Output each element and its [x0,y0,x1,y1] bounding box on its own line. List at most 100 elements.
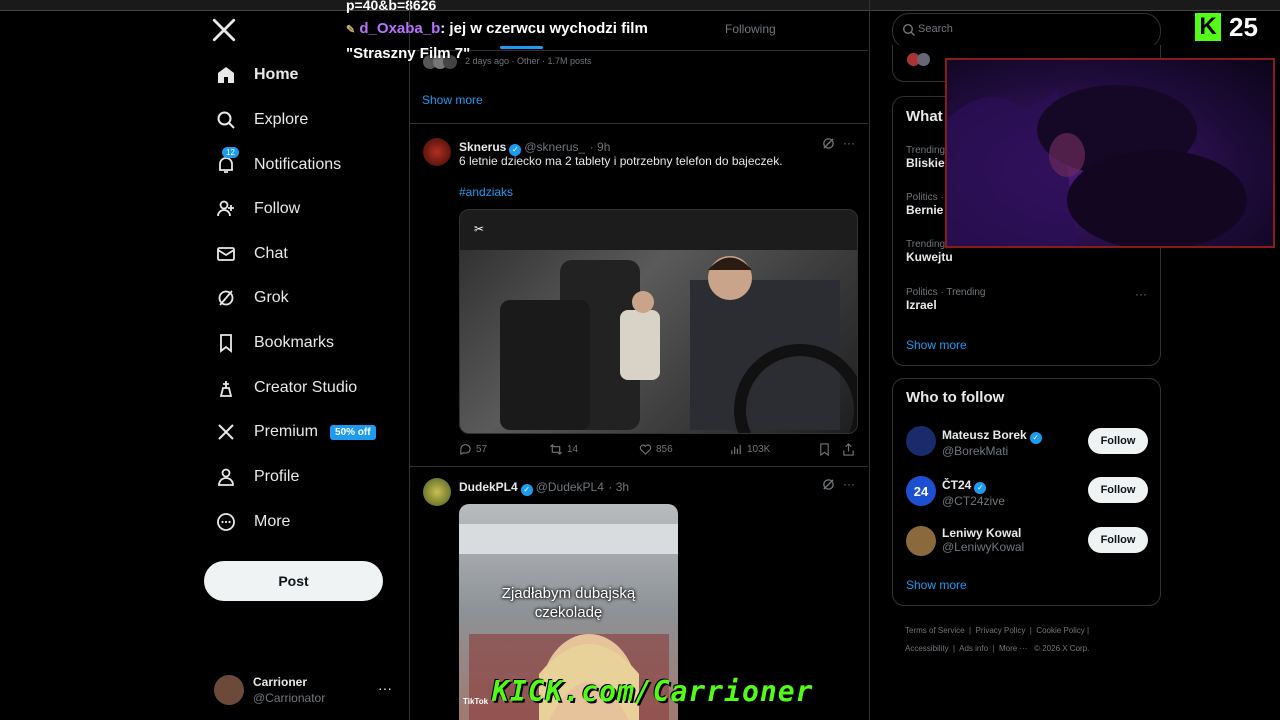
webcam-overlay [945,58,1275,248]
sidebar-item-home[interactable]: Home [204,53,298,97]
sidebar-item-notifications[interactable]: 12 Notifications [204,143,341,187]
grok-analyze-icon[interactable] [822,478,835,496]
tab-for-you-indicator [500,46,543,49]
sidebar-item-more[interactable]: More [204,500,290,544]
chat-badge-icon: ✎ [346,24,356,36]
footer-link-privacy[interactable]: Privacy Policy [976,626,1026,635]
bookmark-icon[interactable] [818,443,831,461]
trend-name: Izrael [906,298,937,312]
chat-username: d_Oxaba_b [359,20,441,37]
trend-category: Trending [906,145,946,156]
avatar[interactable] [906,426,936,456]
stream-url-watermark: KICK.com/Carrioner [492,675,814,708]
tab-divider [409,50,868,51]
suggested-user-name: Leniwy Kowal [942,526,1022,540]
search-input[interactable]: Search [892,13,1161,49]
show-more-link[interactable]: Show more [422,93,483,107]
divider [409,123,868,124]
footer-link-ads[interactable]: Ads info [959,644,988,653]
tab-following[interactable]: Following [725,22,776,36]
reply-button[interactable]: 57 [459,443,487,456]
account-name: Carrioner [253,675,308,689]
reply-count: 57 [476,444,488,455]
panel-title: Who to follow [906,389,1005,406]
share-icon[interactable] [842,443,855,461]
follow-button[interactable]: Follow [1088,527,1148,553]
search-icon [212,106,240,134]
more-dots-icon[interactable]: ··· [378,680,392,696]
account-switcher[interactable]: Carrioner @Carrionator ··· [214,675,404,707]
hashtag-link[interactable]: #andziaks [459,185,513,199]
video-caption: Zjadłabym dubajską czekoladę [459,584,678,622]
tweet-author-handle[interactable]: @sknerus_ [524,140,585,154]
follow-button[interactable]: Follow [1088,428,1148,454]
more-dots-icon[interactable]: ··· [843,477,855,491]
who-to-follow-panel: Who to follow Mateusz Borek ✓ @BorekMati … [892,378,1161,606]
like-button[interactable]: 856 [639,443,673,456]
search-icon [902,23,915,36]
repost-button[interactable]: 14 [549,443,578,456]
tweet-author-name[interactable]: Sknerus [459,140,506,154]
trend-meta: 2 days ago · Other · 1.7M posts [465,56,592,66]
sidebar-item-label: Explore [254,111,309,128]
show-more-link[interactable]: Show more [906,578,967,592]
sidebar-item-label: Follow [254,200,301,217]
avatar [214,675,244,705]
avatar[interactable] [423,138,451,166]
footer-link-cookie[interactable]: Cookie Policy [1036,626,1084,635]
post-button[interactable]: Post [204,561,383,601]
sidebar-item-label: Bookmarks [254,334,335,351]
tweet-time[interactable]: · 9h [590,140,611,154]
trend-item[interactable]: Politics · Trending Izrael [906,287,985,312]
tweet-author-name[interactable]: DudekPL4 [459,480,518,494]
trend-category: Politics · Trending [906,287,986,298]
show-more-link[interactable]: Show more [906,338,967,352]
suggested-user-handle: @LeniwyKowal [942,540,1025,554]
sidebar-item-label: Creator Studio [254,379,358,396]
repost-count: 14 [567,444,579,455]
heart-icon [639,444,652,455]
tweet-author-handle[interactable]: @DudekPL4 [536,480,604,494]
follow-button[interactable]: Follow [1088,477,1148,503]
sidebar-item-chat[interactable]: Chat [204,232,288,276]
tweet-header: DudekPL4 ✓ @DudekPL4 · 3h [459,478,629,496]
sidebar-item-explore[interactable]: Explore [204,98,308,142]
views-button[interactable]: 103K [730,443,770,456]
suggested-user[interactable]: Leniwy Kowal @LeniwyKowal [942,526,1024,554]
suggested-user-handle: @CT24zive [942,494,1005,508]
sidebar-item-follow[interactable]: Follow [204,187,300,231]
sidebar-item-creator-studio[interactable]: Creator Studio [204,366,357,410]
footer-link-terms[interactable]: Terms of Service [905,626,965,635]
trend-item[interactable]: Politics · Bernie [906,192,944,217]
kick-viewer-badge: K 25 [1195,12,1258,42]
suggested-user-name: Mateusz Borek [942,428,1027,442]
trend-item[interactable]: Trending Bliskie [906,145,945,170]
footer-link-more[interactable]: More ··· [999,644,1027,653]
suggested-user-handle: @BorekMati [942,444,1009,458]
footer-link-accessibility[interactable]: Accessibility [905,644,949,653]
more-dots-icon[interactable]: ··· [1135,287,1147,301]
sidebar-item-premium[interactable]: Premium 50% off [204,410,376,454]
chat-text: : jej w czerwcu wychodzi film [440,20,648,37]
grok-analyze-icon[interactable] [822,137,835,155]
verified-badge-icon: ✓ [974,482,987,494]
footer-copyright: © 2026 X Corp. [1034,644,1090,653]
avatar[interactable] [423,478,451,506]
avatar[interactable]: 24 [906,476,936,506]
grok-icon [212,284,240,312]
sidebar-item-label: Premium [254,423,319,440]
x-logo-icon[interactable] [211,17,239,45]
more-dots-icon[interactable]: ··· [843,136,855,150]
suggested-user[interactable]: ČT24 ✓ @CT24zive [942,476,1005,508]
sidebar-item-bookmarks[interactable]: Bookmarks [204,321,334,365]
tweet-time[interactable]: · 3h [608,480,629,494]
suggested-user[interactable]: Mateusz Borek ✓ @BorekMati [942,426,1045,458]
views-count: 103K [747,444,771,455]
person-icon [212,463,240,491]
avatar[interactable] [906,526,936,556]
sidebar-item-profile[interactable]: Profile [204,455,299,499]
tiktok-watermark: TikTok [463,697,489,706]
sidebar-item-grok[interactable]: Grok [204,276,289,320]
tweet-video[interactable]: ✂ [459,209,858,434]
sidebar-item-label: Notifications [254,156,342,173]
